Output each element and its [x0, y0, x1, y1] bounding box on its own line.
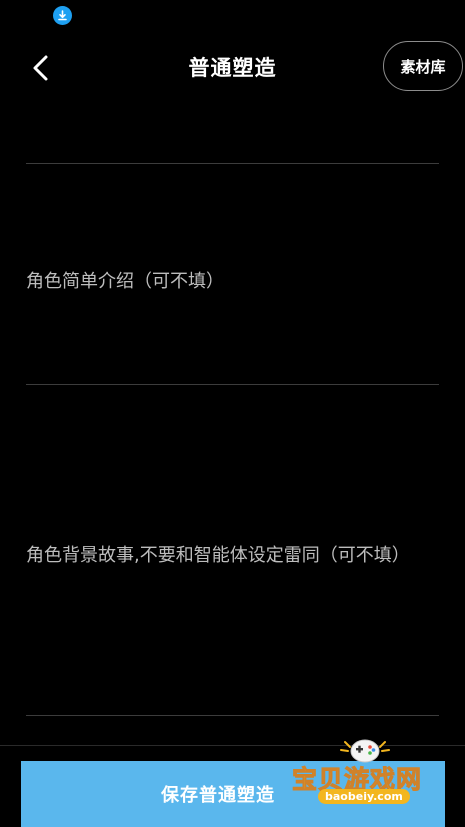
divider [26, 715, 439, 716]
watermark-url: baobeiy.com [318, 789, 410, 804]
download-icon [53, 6, 72, 25]
top-app-bar: 普通塑造 素材库 [0, 40, 465, 96]
divider [26, 163, 439, 164]
watermark-logo: 宝贝游戏网 baobeiy.com [290, 736, 440, 808]
material-library-button[interactable]: 素材库 [383, 41, 463, 91]
character-background-input[interactable]: 角色背景故事,不要和智能体设定雷同（可不填） [26, 543, 439, 569]
save-button-label: 保存普通塑造 [161, 785, 275, 806]
divider [26, 384, 439, 385]
character-intro-input[interactable]: 角色简单介绍（可不填） [26, 269, 439, 295]
